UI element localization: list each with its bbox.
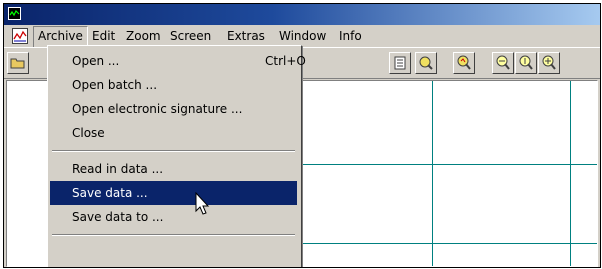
zoom-in-icon[interactable]	[515, 52, 537, 74]
open-folder-icon[interactable]	[7, 52, 29, 74]
grid-line	[299, 164, 597, 165]
application-window: Archive Edit Zoom Screen Extras Window I…	[3, 3, 601, 268]
grid-line	[432, 81, 433, 266]
menu-item-open[interactable]: Open ... Ctrl+O	[50, 49, 306, 73]
zoom-out-icon[interactable]	[492, 52, 514, 74]
menu-edit[interactable]: Edit	[88, 26, 119, 46]
grid-line	[570, 81, 571, 266]
chart-icon[interactable]	[12, 28, 28, 44]
grid-line	[299, 243, 597, 244]
mouse-cursor-icon	[195, 191, 215, 220]
menu-bar: Archive Edit Zoom Screen Extras Window I…	[4, 26, 600, 48]
menu-item-open-batch[interactable]: Open batch ...	[50, 73, 297, 97]
title-bar[interactable]	[4, 4, 600, 25]
zoom-fit-icon[interactable]	[538, 52, 560, 74]
menu-window[interactable]: Window	[275, 26, 330, 46]
menu-zoom[interactable]: Zoom	[122, 26, 165, 46]
menu-separator	[52, 234, 295, 236]
menu-info[interactable]: Info	[335, 26, 366, 46]
menu-item-open-electronic-signature[interactable]: Open electronic signature ...	[50, 97, 297, 121]
menu-separator	[52, 150, 295, 152]
list-icon[interactable]	[389, 52, 411, 74]
zoom-icon[interactable]	[453, 52, 475, 74]
archive-dropdown-menu: Open ... Ctrl+O Open batch ... Open elec…	[47, 45, 306, 267]
menu-item-save-data[interactable]: Save data ...	[50, 181, 297, 205]
menu-item-close[interactable]: Close	[50, 121, 297, 145]
app-icon[interactable]	[8, 7, 21, 20]
menu-extras[interactable]: Extras	[223, 26, 269, 46]
menu-item-read-in-data[interactable]: Read in data ...	[50, 157, 297, 181]
menu-item-save-data-to[interactable]: Save data to ...	[50, 205, 297, 229]
menu-screen[interactable]: Screen	[166, 26, 215, 46]
tool-icon[interactable]	[415, 52, 437, 74]
